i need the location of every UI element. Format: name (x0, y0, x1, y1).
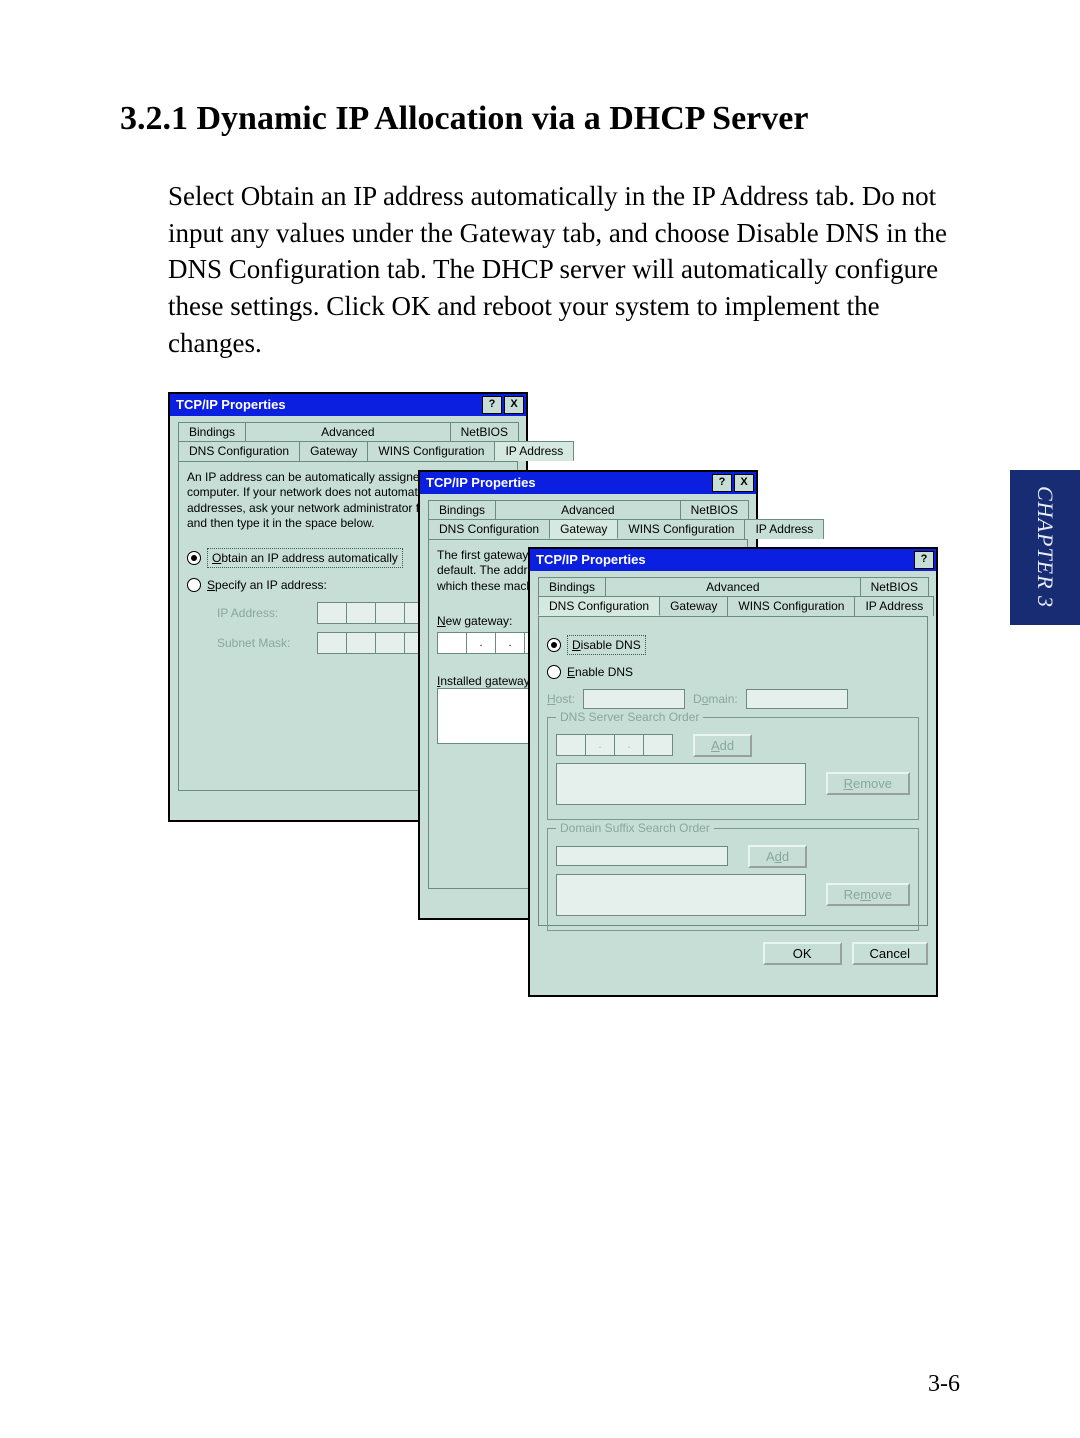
radio-obtain-auto[interactable] (187, 551, 201, 565)
tab-gateway[interactable]: Gateway (659, 596, 728, 616)
group-dns-search-order: DNS Server Search Order (556, 710, 703, 724)
help-icon[interactable]: ? (482, 396, 502, 414)
chapter-side-tab-label: CHAPTER 3 (1032, 486, 1058, 608)
cancel-button[interactable]: Cancel (852, 942, 928, 965)
tcpip-properties-dns-dialog: TCP/IP Properties ? Bindings Advanced Ne… (528, 547, 938, 997)
input-domain-suffix (556, 846, 728, 866)
radio-disable-dns[interactable] (547, 638, 561, 652)
tab-ip-address[interactable]: IP Address (744, 519, 824, 539)
label-installed-gateways: nstalled gateways: (440, 674, 539, 688)
list-dns-servers (556, 763, 806, 805)
label-new-gateway: ew gateway: (446, 614, 513, 628)
help-icon[interactable]: ? (914, 551, 934, 569)
tab-ip-address[interactable]: IP Address (854, 596, 934, 616)
tab-gateway[interactable]: Gateway (299, 441, 368, 461)
window-title: TCP/IP Properties (176, 397, 286, 412)
tab-gateway[interactable]: Gateway (549, 519, 618, 539)
input-domain (746, 689, 848, 709)
close-icon[interactable]: X (734, 474, 754, 492)
radio-specify-ip[interactable] (187, 578, 201, 592)
tab-wins-configuration[interactable]: WINS Configuration (617, 519, 745, 539)
tab-ip-address[interactable]: IP Address (494, 441, 574, 461)
label-ip-address: IP Address: (217, 606, 307, 620)
ok-button[interactable]: OK (763, 942, 842, 965)
tab-advanced[interactable]: Advanced (245, 422, 451, 441)
suffix-remove-button: Remove (826, 883, 910, 906)
screenshot-figure: TCP/IP Properties ? X Bindings Advanced … (168, 392, 938, 1012)
radio-obtain-auto-label: btain an IP address automaticall (221, 551, 392, 565)
close-icon[interactable]: X (504, 396, 524, 414)
tab-bindings[interactable]: Bindings (538, 577, 606, 596)
tab-bindings[interactable]: Bindings (428, 500, 496, 519)
tab-advanced[interactable]: Advanced (495, 500, 681, 519)
tab-netbios[interactable]: NetBIOS (450, 422, 519, 441)
input-host (583, 689, 685, 709)
tab-bindings[interactable]: Bindings (178, 422, 246, 441)
tab-dns-configuration[interactable]: DNS Configuration (428, 519, 550, 539)
body-paragraph: Select Obtain an IP address automaticall… (120, 178, 960, 362)
input-subnet-mask (317, 632, 434, 654)
tab-dns-configuration[interactable]: DNS Configuration (178, 441, 300, 461)
dns-add-button: Add (693, 734, 752, 757)
group-domain-suffix-order: Domain Suffix Search Order (556, 821, 714, 835)
radio-specify-ip-label: pecify an IP address: (215, 578, 327, 592)
tab-advanced[interactable]: Advanced (605, 577, 861, 596)
suffix-add-button: Add (748, 845, 807, 868)
section-heading: 3.2.1 Dynamic IP Allocation via a DHCP S… (120, 100, 960, 138)
window-title: TCP/IP Properties (426, 475, 536, 490)
radio-disable-dns-label: isable DNS (581, 638, 641, 652)
list-domain-suffixes (556, 874, 806, 916)
input-dns-server: .. (556, 734, 673, 756)
tab-dns-configuration[interactable]: DNS Configuration (538, 596, 660, 616)
help-icon[interactable]: ? (712, 474, 732, 492)
label-subnet-mask: Subnet Mask: (217, 636, 307, 650)
radio-enable-dns-label: nable DNS (575, 665, 633, 679)
chapter-side-tab: CHAPTER 3 (1010, 470, 1080, 625)
tab-netbios[interactable]: NetBIOS (860, 577, 929, 596)
radio-enable-dns[interactable] (547, 665, 561, 679)
tab-wins-configuration[interactable]: WINS Configuration (367, 441, 495, 461)
tab-netbios[interactable]: NetBIOS (680, 500, 749, 519)
input-ip-address (317, 602, 434, 624)
tab-wins-configuration[interactable]: WINS Configuration (727, 596, 855, 616)
window-title: TCP/IP Properties (536, 552, 646, 567)
dns-remove-button: Remove (826, 772, 910, 795)
page-number: 3-6 (928, 1371, 960, 1398)
